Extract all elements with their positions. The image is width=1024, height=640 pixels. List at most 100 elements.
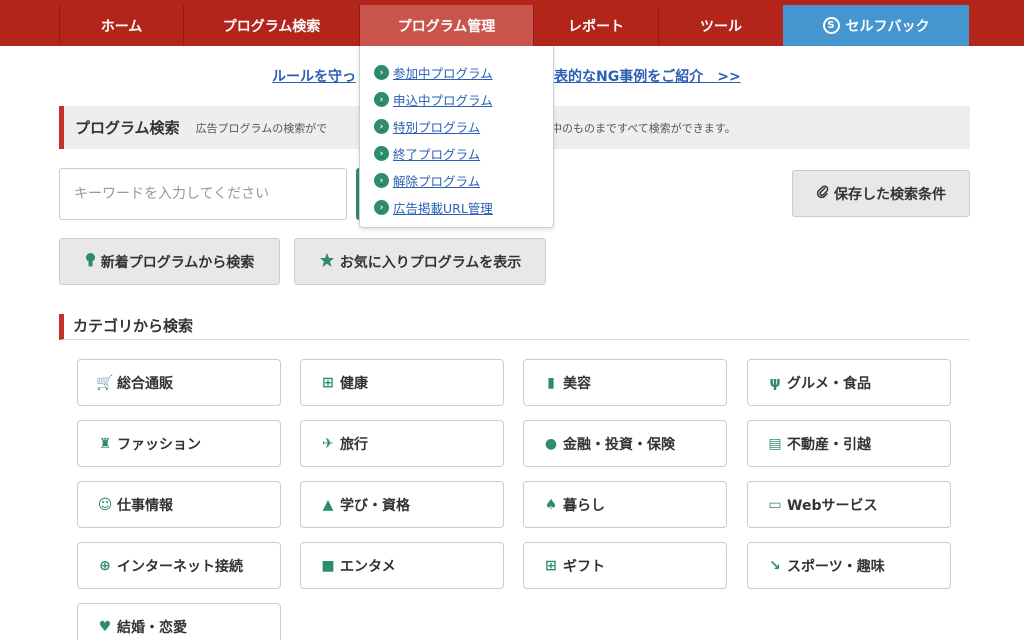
category-label: ギフト [563, 558, 605, 575]
dropdown-item-cancelled[interactable]: › 解除プログラム [374, 167, 553, 194]
cart-icon: 🛒 [96, 374, 114, 391]
category-button[interactable]: ▤ 不動産・引越 [747, 420, 951, 467]
category-label: 健康 [340, 375, 368, 392]
gift-icon: ⊞ [545, 557, 557, 574]
category-button[interactable]: ⊞ ギフト [523, 542, 727, 589]
nav-program-search-label: プログラム検索 [222, 18, 321, 35]
chevron-right-icon: › [374, 119, 389, 134]
lamp-icon: ♠ [544, 496, 558, 513]
category-button[interactable]: ⊞ 健康 [300, 359, 504, 406]
category-button[interactable]: ▮ 美容 [523, 359, 727, 406]
category-label: 学び・資格 [340, 497, 410, 514]
dropdown-item-special[interactable]: › 特別プログラム [374, 113, 553, 140]
top-nav: ホーム プログラム検索 プログラム管理 レポート ツール S セルフバック [0, 0, 1024, 46]
paperclip-icon [816, 184, 830, 203]
lightbulb-icon [85, 252, 96, 272]
globe-icon: ⊕ [99, 557, 111, 574]
category-button[interactable]: ☺ 仕事情報 [77, 481, 281, 528]
nav-tool-label: ツール [700, 18, 742, 35]
nav-report-label: レポート [568, 18, 624, 35]
category-button[interactable]: 🛒 総合通販 [77, 359, 281, 406]
chevron-right-icon: › [374, 173, 389, 188]
star-icon [319, 252, 335, 272]
category-label: 暮らし [563, 497, 605, 514]
wrench-icon: ↘ [769, 557, 781, 574]
dropdown-item-applying[interactable]: › 申込中プログラム [374, 86, 553, 113]
category-label: Webサービス [787, 497, 878, 514]
nav-tool[interactable]: ツール [658, 5, 783, 46]
new-programs-label: 新着プログラムから検索 [100, 254, 255, 271]
category-label: 旅行 [340, 436, 368, 453]
category-button[interactable]: ♜ ファッション [77, 420, 281, 467]
dropdown-item-label: 申込中プログラム [393, 93, 493, 108]
category-label: 結婚・恋愛 [117, 619, 187, 636]
dropdown-item-label: 解除プログラム [393, 174, 481, 189]
category-button[interactable]: ↘ スポーツ・趣味 [747, 542, 951, 589]
chevron-right-icon: › [374, 200, 389, 215]
category-button[interactable]: ⊕ インターネット接続 [77, 542, 281, 589]
nav-report[interactable]: レポート [533, 5, 658, 46]
category-label: インターネット接続 [117, 558, 243, 575]
notice-link-continued[interactable]: 表的なNG事例をご紹介 >> [554, 66, 741, 86]
category-label: 仕事情報 [117, 497, 173, 514]
category-label: 美容 [563, 375, 591, 392]
notice-link[interactable]: ルールを守っ [272, 66, 356, 86]
nav-home[interactable]: ホーム [59, 5, 183, 46]
category-button[interactable]: ▭ Webサービス [747, 481, 951, 528]
chevron-right-icon: › [374, 92, 389, 107]
nav-program-manage[interactable]: プログラム管理 [359, 5, 533, 46]
chevron-right-icon: › [374, 65, 389, 80]
saved-search-conditions-label: 保存した検索条件 [834, 186, 946, 203]
category-search-heading: カテゴリから検索 [59, 314, 970, 340]
dropdown-item-label: 終了プログラム [393, 147, 481, 162]
dropdown-item-label: 広告掲載URL管理 [393, 201, 493, 216]
nav-program-search[interactable]: プログラム検索 [183, 5, 359, 46]
fork-knife-icon: ψ [769, 374, 781, 391]
airplane-icon: ✈ [322, 435, 334, 452]
category-button[interactable]: ✈ 旅行 [300, 420, 504, 467]
program-search-title: プログラム検索 [75, 119, 180, 137]
category-button[interactable]: ■ エンタメ [300, 542, 504, 589]
category-button[interactable]: ♠ 暮らし [523, 481, 727, 528]
category-button[interactable]: ● 金融・投資・保険 [523, 420, 727, 467]
money-bag-icon: ● [544, 435, 558, 452]
nav-selfback[interactable]: S セルフバック [783, 5, 969, 46]
camera-icon: ■ [321, 557, 335, 574]
category-button[interactable]: ψ グルメ・食品 [747, 359, 951, 406]
graduation-cap-icon: ▲ [322, 496, 334, 513]
selfback-icon: S [822, 17, 840, 34]
dropdown-item-joined[interactable]: › 参加中プログラム [374, 59, 553, 86]
new-programs-button[interactable]: 新着プログラムから検索 [59, 238, 280, 285]
category-label: ファッション [117, 436, 201, 453]
category-label: スポーツ・趣味 [787, 558, 885, 575]
saved-search-conditions-button[interactable]: 保存した検索条件 [792, 170, 970, 217]
nav-home-label: ホーム [100, 18, 143, 35]
program-search-description: 広告プログラムの検索がで [195, 121, 328, 135]
program-search-description-continued: 中のものまですべて検索ができます。 [551, 121, 736, 135]
dropdown-item-label: 特別プログラム [393, 120, 481, 135]
keyword-search-input[interactable] [59, 168, 347, 220]
monitor-icon: ▭ [768, 496, 782, 513]
heart-icon: ♥ [98, 618, 112, 635]
dropdown-item-label: 参加中プログラム [393, 66, 493, 81]
dropdown-item-ended[interactable]: › 終了プログラム [374, 140, 553, 167]
favorite-programs-label: お気に入りプログラムを表示 [339, 254, 522, 271]
favorite-programs-button[interactable]: お気に入りプログラムを表示 [294, 238, 546, 285]
category-label: 総合通販 [117, 375, 173, 392]
category-label: 金融・投資・保険 [563, 436, 675, 453]
lipstick-icon: ▮ [547, 374, 555, 391]
dropdown-item-ad-url[interactable]: › 広告掲載URL管理 [374, 194, 553, 221]
nav-program-manage-label: プログラム管理 [397, 18, 496, 35]
category-button[interactable]: ▲ 学び・資格 [300, 481, 504, 528]
category-label: エンタメ [340, 558, 396, 575]
category-label: 不動産・引越 [787, 436, 871, 453]
program-manage-dropdown: › 参加中プログラム › 申込中プログラム › 特別プログラム › 終了プログラム › 解… [359, 46, 554, 228]
store-icon: ▤ [768, 435, 782, 452]
category-label: グルメ・食品 [787, 375, 871, 392]
category-button[interactable]: ♥ 結婚・恋愛 [77, 603, 281, 640]
first-aid-icon: ⊞ [322, 374, 334, 391]
person-icon: ☺ [97, 496, 113, 513]
chevron-right-icon: › [374, 146, 389, 161]
nav-selfback-label: セルフバック [845, 18, 930, 35]
dress-icon: ♜ [98, 435, 112, 452]
